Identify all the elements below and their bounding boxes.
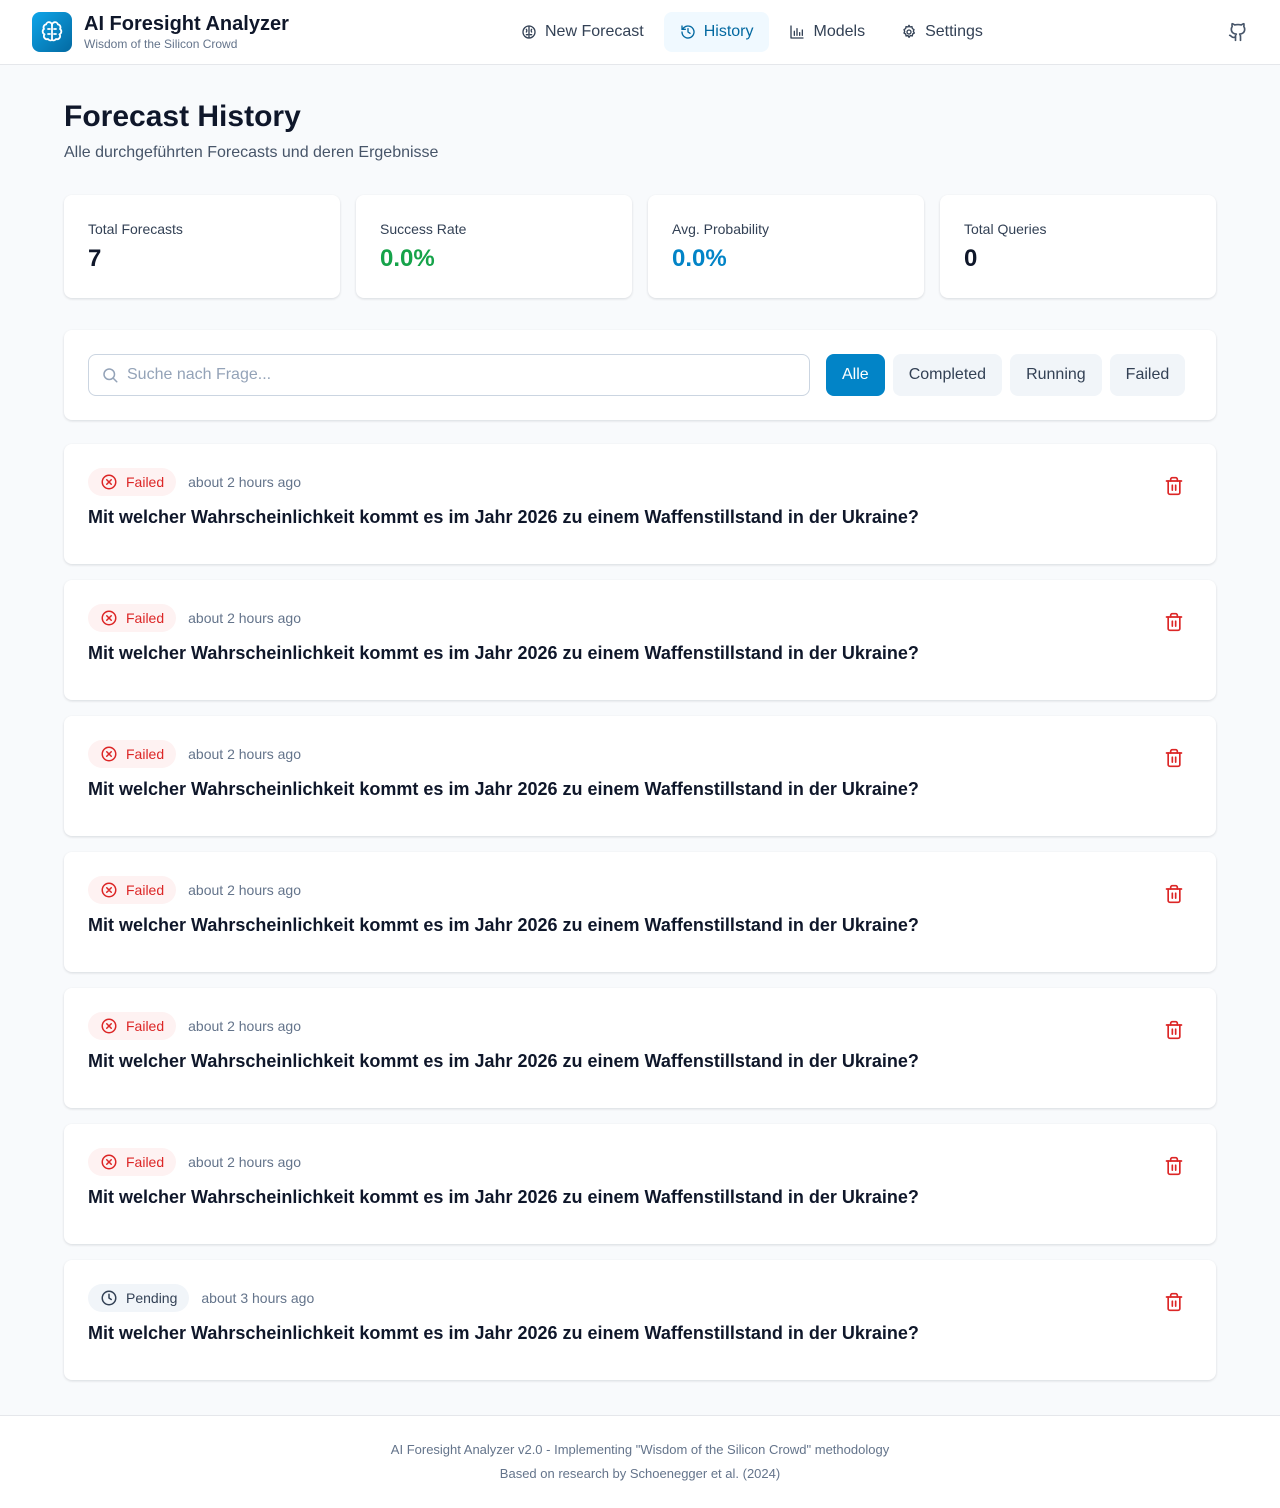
search-icon <box>103 368 118 383</box>
stat-card-success-rate: Success Rate 0.0% <box>356 195 632 298</box>
trash-icon[interactable] <box>1164 884 1184 904</box>
stat-label: Avg. Probability <box>672 221 770 237</box>
forecast-question: Mit welcher Wahrscheinlichkeit kommt es … <box>88 643 919 663</box>
nav-label: Settings <box>925 23 983 40</box>
github-icon[interactable] <box>1228 22 1248 42</box>
forecast-item[interactable]: Failed about 2 hours ago Mit welcher Wahrs… <box>64 1124 1216 1244</box>
forecast-timestamp: about 2 hours ago <box>188 1154 302 1170</box>
nav-label: History <box>703 23 754 40</box>
forecast-timestamp: about 2 hours ago <box>188 474 302 490</box>
x-circle-icon <box>101 746 117 762</box>
status-badge: Pending <box>88 1284 190 1312</box>
stat-value: 7 <box>88 245 102 272</box>
status-label: Failed <box>126 610 165 626</box>
main-content: Forecast History Alle durchgeführten For… <box>0 99 1280 1380</box>
trash-icon[interactable] <box>1164 476 1184 496</box>
brain-icon <box>32 12 72 52</box>
stat-card-total-forecasts: Total Forecasts 7 <box>64 195 340 298</box>
status-badge: Failed <box>88 1148 177 1176</box>
x-circle-icon <box>101 882 117 898</box>
status-label: Failed <box>126 1154 165 1170</box>
stat-card-avg-probability: Avg. Probability 0.0% <box>648 195 924 298</box>
forecast-question: Mit welcher Wahrscheinlichkeit kommt es … <box>88 1051 919 1071</box>
history-icon <box>681 25 695 39</box>
app-subtitle: Wisdom of the Silicon Crowd <box>84 37 238 51</box>
nav-label: Models <box>813 23 866 40</box>
status-label: Failed <box>126 474 165 490</box>
stat-value: 0.0% <box>380 245 435 272</box>
status-label: Failed <box>126 882 165 898</box>
stat-label: Success Rate <box>380 221 467 237</box>
filter-all-button[interactable]: Alle <box>826 354 885 396</box>
forecast-item[interactable]: Failed about 2 hours ago Mit welcher Wahrs… <box>64 444 1216 564</box>
stats-row: Total Forecasts 7 Success Rate 0.0% Avg.… <box>64 195 1216 298</box>
status-label: Pending <box>126 1290 178 1306</box>
stat-value: 0.0% <box>672 245 727 272</box>
forecast-item[interactable]: Failed about 2 hours ago Mit welcher Wahrs… <box>64 716 1216 836</box>
footer-line-1: AI Foresight Analyzer v2.0 - Implementin… <box>390 1442 890 1457</box>
status-badge: Failed <box>88 876 177 904</box>
forecast-question: Mit welcher Wahrscheinlichkeit kommt es … <box>88 779 919 799</box>
nav-settings[interactable]: Settings <box>885 12 999 52</box>
x-circle-icon <box>101 610 117 626</box>
forecast-item[interactable]: Pending about 3 hours ago Mit welcher Wahr… <box>64 1260 1216 1380</box>
nav-new-forecast[interactable]: New Forecast <box>505 12 660 52</box>
status-badge: Failed <box>88 740 177 768</box>
forecast-item[interactable]: Failed about 2 hours ago Mit welcher Wahrs… <box>64 988 1216 1108</box>
bar-chart-icon <box>790 25 805 39</box>
brand[interactable]: AI Foresight Analyzer Wisdom of the Sili… <box>32 12 289 52</box>
forecast-timestamp: about 2 hours ago <box>188 746 302 762</box>
nav-label: New Forecast <box>545 23 644 40</box>
filter-running-button[interactable]: Running <box>1010 354 1102 396</box>
stat-label: Total Forecasts <box>88 221 183 237</box>
forecast-item[interactable]: Failed about 2 hours ago Mit welcher Wahrs… <box>64 580 1216 700</box>
brain-icon <box>522 25 536 39</box>
forecast-question: Mit welcher Wahrscheinlichkeit kommt es … <box>88 1187 919 1207</box>
app-title: AI Foresight Analyzer <box>84 13 289 35</box>
forecast-timestamp: about 2 hours ago <box>188 882 302 898</box>
gear-icon <box>903 24 916 38</box>
forecast-question: Mit welcher Wahrscheinlichkeit kommt es … <box>88 1323 919 1343</box>
forecast-question: Mit welcher Wahrscheinlichkeit kommt es … <box>88 915 919 935</box>
status-badge: Failed <box>88 604 177 632</box>
search-input[interactable] <box>127 366 767 384</box>
forecast-item[interactable]: Failed about 2 hours ago Mit welcher Wahrs… <box>64 852 1216 972</box>
status-filter-group: Alle Completed Running Failed <box>826 354 1186 396</box>
search-box[interactable] <box>88 354 810 396</box>
status-label: Failed <box>126 1018 165 1034</box>
app-header: AI Foresight Analyzer Wisdom of the Sili… <box>0 0 1280 65</box>
trash-icon[interactable] <box>1164 1156 1184 1176</box>
trash-icon[interactable] <box>1164 1292 1184 1312</box>
stat-card-total-queries: Total Queries 0 <box>940 195 1216 298</box>
forecast-timestamp: about 2 hours ago <box>188 1018 302 1034</box>
x-circle-icon <box>101 1018 117 1034</box>
filter-failed-button[interactable]: Failed <box>1109 354 1186 396</box>
nav-models[interactable]: Models <box>773 12 881 52</box>
status-badge: Failed <box>88 468 177 496</box>
forecast-list: Failed about 2 hours ago Mit welcher Wahrs… <box>64 444 1216 1380</box>
x-circle-icon <box>101 474 117 490</box>
main-nav: New Forecast History Models Settings <box>505 12 1003 52</box>
page-title: Forecast History <box>64 100 301 133</box>
status-badge: Failed <box>88 1012 177 1040</box>
filter-completed-button[interactable]: Completed <box>892 354 1003 396</box>
filter-bar: Alle Completed Running Failed <box>64 330 1216 420</box>
x-circle-icon <box>101 1154 117 1170</box>
nav-history[interactable]: History <box>663 12 770 52</box>
page-subtitle: Alle durchgeführten Forecasts und deren … <box>64 144 439 161</box>
footer: AI Foresight Analyzer v2.0 - Implementin… <box>0 1415 1280 1508</box>
footer-line-2: Based on research by Schoenegger et al. … <box>499 1466 781 1481</box>
forecast-question: Mit welcher Wahrscheinlichkeit kommt es … <box>88 507 919 527</box>
stat-value: 0 <box>964 245 978 272</box>
status-label: Failed <box>126 746 165 762</box>
stat-label: Total Queries <box>964 221 1047 237</box>
forecast-timestamp: about 3 hours ago <box>201 1290 315 1306</box>
trash-icon[interactable] <box>1164 748 1184 768</box>
trash-icon[interactable] <box>1164 1020 1184 1040</box>
forecast-timestamp: about 2 hours ago <box>188 610 302 626</box>
clock-icon <box>101 1290 117 1306</box>
trash-icon[interactable] <box>1164 612 1184 632</box>
